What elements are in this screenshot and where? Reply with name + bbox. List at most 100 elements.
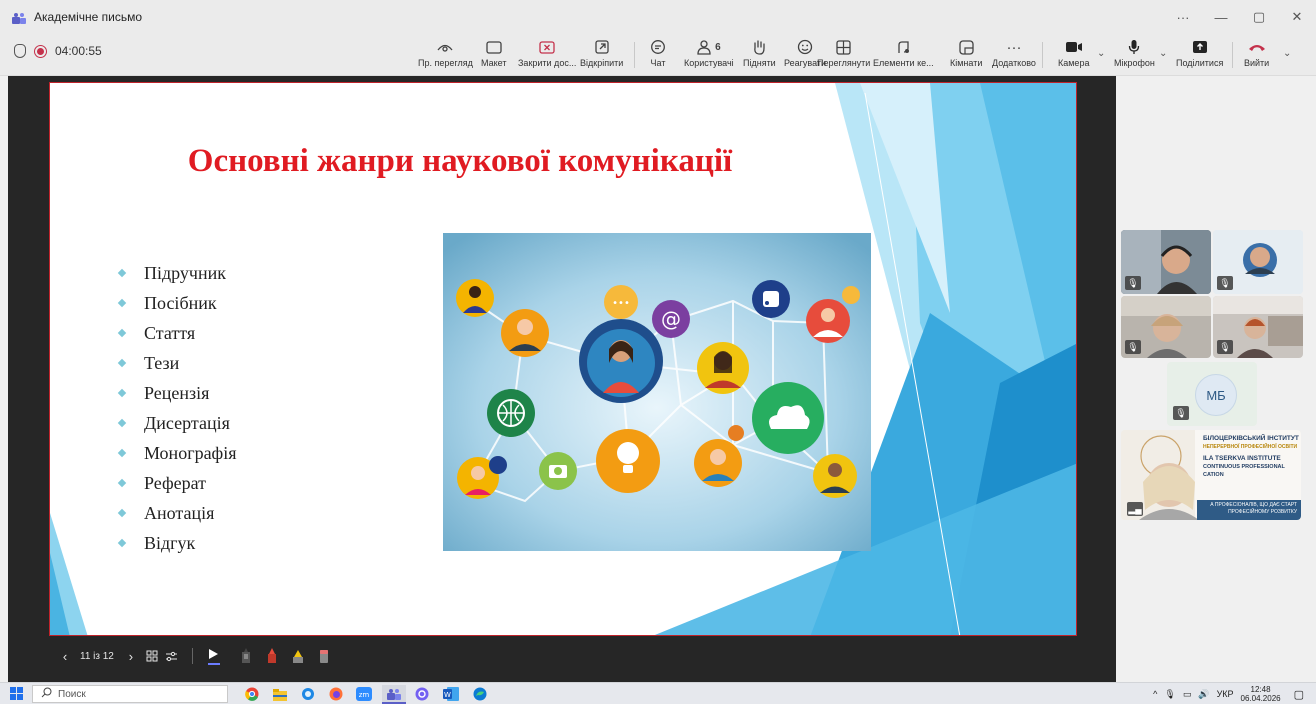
microphone-button[interactable]: Мікрофон <box>1114 36 1155 74</box>
list-item: Дисертація <box>118 408 237 438</box>
pen-icon[interactable] <box>233 648 259 664</box>
microphone-tray-icon[interactable]: 🎙 <box>1164 689 1175 700</box>
record-icon <box>34 44 47 58</box>
next-slide-icon[interactable]: › <box>124 649 138 664</box>
bullet-icon <box>118 389 127 398</box>
meeting-timer: 04:00:55 <box>55 44 102 58</box>
network-icon[interactable]: ▭ <box>1183 689 1192 700</box>
settings-sliders-icon[interactable] <box>162 651 182 662</box>
presentation-slide: Основні жанри наукової комунікації Підру… <box>49 82 1077 636</box>
stop-sharing-button[interactable]: Закрити дос... <box>518 36 576 74</box>
firefox-icon[interactable] <box>329 687 343 704</box>
search-icon <box>41 687 52 701</box>
edge-icon[interactable] <box>473 687 487 704</box>
bullet-icon <box>118 509 127 518</box>
microphone-options-chevron-icon[interactable]: ⌄ <box>1159 48 1167 59</box>
chrome-icon[interactable] <box>245 687 259 704</box>
camera-button[interactable]: Камера <box>1058 36 1089 74</box>
list-item: Реферат <box>118 468 237 498</box>
bullet-icon <box>118 539 127 548</box>
participant-video-tile[interactable]: 🎙 <box>1121 230 1211 294</box>
clock[interactable]: 12:48 06.04.2026 <box>1241 685 1281 703</box>
bullet-icon <box>118 299 127 308</box>
teams-taskbar-icon[interactable] <box>382 685 406 704</box>
preview-button[interactable]: Пр. перегляд <box>418 36 473 74</box>
muted-mic-icon: 🎙 <box>1217 340 1233 354</box>
zoom-icon[interactable]: zm <box>356 687 372 704</box>
toolbar-divider <box>634 42 635 68</box>
viber-icon[interactable] <box>415 687 429 704</box>
list-item: Рецензія <box>118 378 237 408</box>
share-tray-icon <box>1192 36 1208 58</box>
participant-video-tile[interactable]: БІЛОЦЕРКІВСЬКИЙ ІНСТИТУТ НЕПЕРЕРВНОЇ ПРО… <box>1121 430 1301 520</box>
participant-video-tile[interactable]: 🎙 <box>1213 230 1303 294</box>
pop-out-button[interactable]: Відкріпити <box>580 36 623 74</box>
leave-button[interactable]: Вийти <box>1244 36 1269 74</box>
meeting-toolbar: 04:00:55 Пр. перегляд Макет Закрити дос.… <box>0 34 1316 76</box>
language-indicator[interactable]: УКР <box>1217 689 1234 699</box>
people-button[interactable]: 6 Користувачі <box>684 36 734 74</box>
avatar-node <box>456 279 494 317</box>
participant-tile-no-video[interactable]: МБ 🎙 <box>1167 362 1257 426</box>
people-icon: 6 <box>697 36 721 58</box>
bullet-icon <box>118 269 127 278</box>
close-button[interactable]: ✕ <box>1278 0 1316 34</box>
highlighter-icon[interactable] <box>285 648 311 664</box>
list-item: Тези <box>118 348 237 378</box>
eye-icon <box>437 36 453 58</box>
grid-view-icon <box>836 36 851 58</box>
window-controls: ··· — ▢ ✕ <box>1164 0 1316 34</box>
more-actions-button[interactable]: ··· Додатково <box>992 36 1036 74</box>
svg-text:zm: zm <box>359 691 370 699</box>
bullet-icon <box>118 359 127 368</box>
maximize-button[interactable]: ▢ <box>1240 0 1278 34</box>
layout-icon <box>486 36 502 58</box>
share-button[interactable]: Поділитися <box>1176 36 1223 74</box>
layout-button[interactable]: Макет <box>481 36 506 74</box>
eraser-icon[interactable] <box>311 648 337 664</box>
chevron-up-icon[interactable]: ^ <box>1153 689 1157 699</box>
muted-mic-icon: 🎙 <box>1125 340 1141 354</box>
minimize-button[interactable]: — <box>1202 0 1240 34</box>
toolbar-divider <box>1232 42 1233 68</box>
meeting-elements-button[interactable]: Елементи ке... <box>873 36 934 74</box>
previous-slide-icon[interactable]: ‹ <box>58 649 72 664</box>
notifications-icon[interactable]: ▢ <box>1294 688 1304 701</box>
word-icon[interactable]: W <box>443 687 459 704</box>
speaker-icon[interactable]: 🔊 <box>1198 689 1209 700</box>
svg-text:@: @ <box>661 307 681 331</box>
teams-icon <box>12 11 26 24</box>
list-item: Відгук <box>118 528 237 558</box>
microphone-icon <box>1128 36 1140 58</box>
hang-up-icon <box>1248 36 1266 58</box>
file-explorer-icon[interactable] <box>273 688 287 704</box>
windows-taskbar: Поиск zm W ^ 🎙 ▭ 🔊 УКР 12:48 06.04.2026 … <box>0 682 1316 704</box>
bullet-icon <box>118 479 127 488</box>
list-item: Стаття <box>118 318 237 348</box>
leave-options-chevron-icon[interactable]: ⌄ <box>1283 48 1291 59</box>
signal-strength-icon: ▂▄ <box>1127 502 1143 516</box>
institute-banner: БІЛОЦЕРКІВСЬКИЙ ІНСТИТУТ НЕПЕРЕРВНОЇ ПРО… <box>1203 435 1299 478</box>
camera-options-chevron-icon[interactable]: ⌄ <box>1097 48 1105 59</box>
participant-video-tile[interactable]: 🎙 <box>1213 296 1303 358</box>
app-icon[interactable] <box>301 687 315 704</box>
breakout-rooms-button[interactable]: Кімнати <box>950 36 982 74</box>
taskbar-search-box[interactable]: Поиск <box>32 685 228 703</box>
bullet-icon <box>118 329 127 338</box>
grid-icon[interactable] <box>142 650 162 662</box>
avatar: МБ <box>1195 374 1237 416</box>
windows-start-icon[interactable] <box>10 687 23 704</box>
list-item: Монографія <box>118 438 237 468</box>
institute-slogan: А ПРОФЕСІОНАЛІВ, ЩО ДАЄ СТАРТ ПРОФЕСІЙНО… <box>1210 502 1297 515</box>
participant-video-tile[interactable]: 🎙 <box>1121 296 1211 358</box>
chat-button[interactable]: Чат <box>650 36 666 74</box>
more-options-icon[interactable]: ··· <box>1164 0 1202 34</box>
view-button[interactable]: Переглянути <box>817 36 870 74</box>
raise-hand-button[interactable]: Підняти <box>743 36 776 74</box>
laser-pointer-icon[interactable] <box>203 648 225 665</box>
shield-icon <box>14 44 26 58</box>
red-pen-icon[interactable] <box>259 648 285 664</box>
chat-icon <box>650 36 666 58</box>
ellipsis-icon: ··· <box>1006 38 1022 56</box>
social-network-illustration: ••• @ <box>443 233 871 551</box>
